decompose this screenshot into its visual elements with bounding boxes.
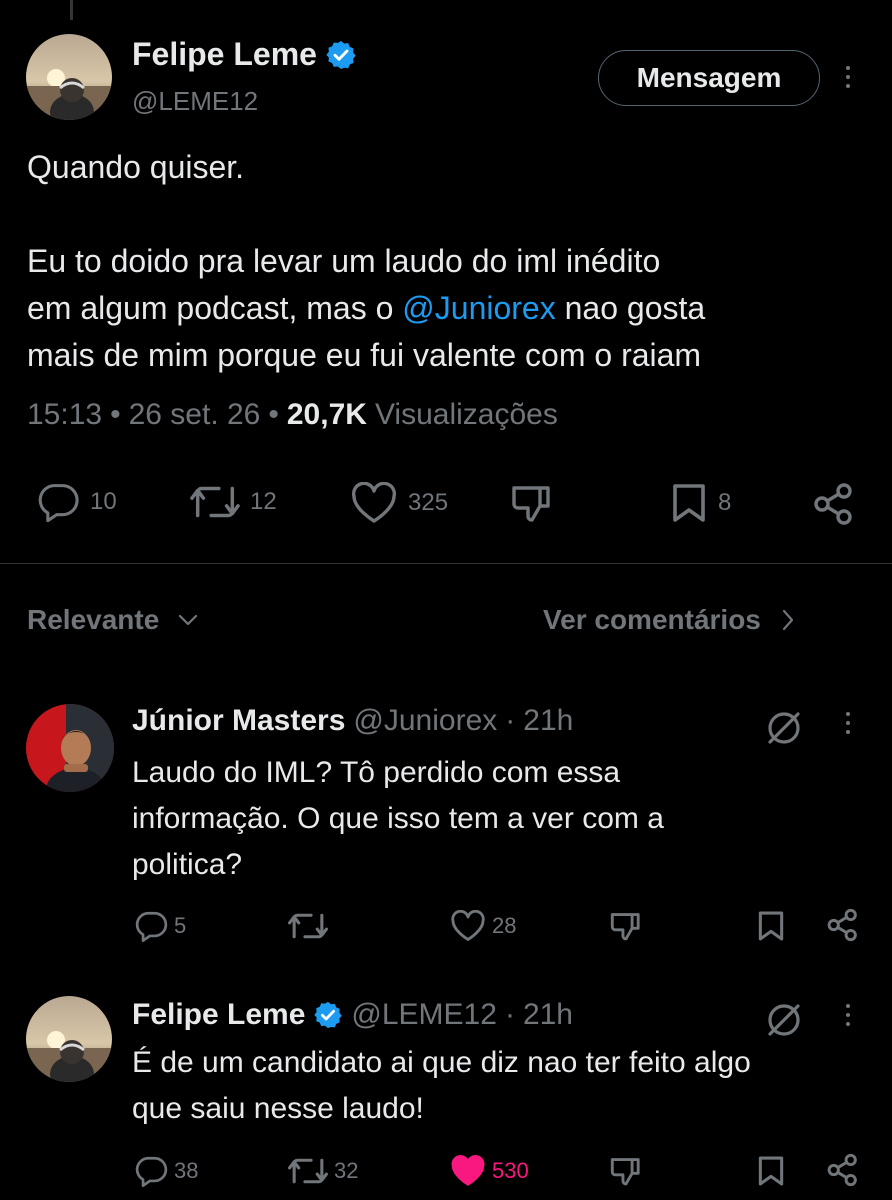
reply-author-handle[interactable]: @LEME12 <box>351 998 497 1032</box>
author-name[interactable]: Felipe Leme <box>132 36 317 73</box>
tweet-meta: 15:13 • 26 set. 26 • 20,7K Visualizações <box>27 398 558 432</box>
sort-label: Relevante <box>27 604 160 635</box>
repost-count: 12 <box>250 488 277 515</box>
meta-separator: • <box>110 398 121 431</box>
grok-icon[interactable] <box>764 1000 804 1040</box>
share-icon <box>826 1153 860 1187</box>
reply-icon <box>134 1155 168 1187</box>
tweet-date[interactable]: 26 set. 26 <box>129 398 261 432</box>
dislike-icon <box>510 482 554 524</box>
share-button[interactable] <box>826 908 860 942</box>
reply-button[interactable]: 5 <box>134 910 186 942</box>
reply-count: 10 <box>90 488 117 515</box>
reply-time[interactable]: 21h <box>523 998 573 1032</box>
author-handle[interactable]: @LEME12 <box>132 86 258 117</box>
bookmark-icon <box>756 1155 786 1187</box>
reply-text: É de um candidato ai que diz nao ter fei… <box>132 1040 751 1132</box>
dislike-button[interactable] <box>510 482 554 524</box>
meta-separator: · <box>505 704 516 737</box>
bookmark-icon <box>670 482 708 524</box>
verified-badge-icon <box>325 39 357 71</box>
reply-author-name[interactable]: Felipe Leme <box>132 998 305 1032</box>
repost-count: 32 <box>334 1158 359 1183</box>
like-button[interactable]: 325 <box>350 482 448 524</box>
tweet-time[interactable]: 15:13 <box>27 398 102 432</box>
repost-button[interactable]: 12 <box>190 482 277 522</box>
reply-button[interactable]: 10 <box>36 482 117 522</box>
reply-time[interactable]: 21h <box>523 704 573 738</box>
reply-button[interactable]: 38 <box>134 1155 198 1187</box>
chevron-down-icon <box>177 613 199 627</box>
avatar[interactable] <box>26 996 112 1082</box>
tweet-text-line: Eu to doido pra levar um laudo do iml in… <box>27 243 661 279</box>
reply-text-line: É de um candidato ai que diz nao ter fei… <box>132 1046 751 1079</box>
share-button[interactable] <box>812 482 856 526</box>
reply-author-handle[interactable]: @Juniorex <box>353 704 497 738</box>
bookmark-count: 8 <box>718 489 732 516</box>
reply-text-line: politica? <box>132 848 243 881</box>
share-icon <box>826 908 860 942</box>
reply-text-line: Laudo do IML? Tô perdido com essa <box>132 756 621 789</box>
like-icon <box>350 482 398 524</box>
divider <box>0 563 892 564</box>
avatar[interactable] <box>26 704 114 792</box>
views-count: 20,7K <box>286 398 367 431</box>
dislike-button[interactable] <box>609 1155 643 1187</box>
meta-separator: • <box>268 398 279 431</box>
repost-icon <box>288 910 328 942</box>
repost-icon <box>288 1155 328 1187</box>
views-label: Visualizações <box>374 398 558 431</box>
tweet-text-line: mais de mim porque eu fui valente com o … <box>27 337 702 373</box>
sort-dropdown[interactable]: Relevante <box>27 604 199 636</box>
mention-link[interactable]: @Juniorex <box>402 290 555 326</box>
reply-text-line: informação. O que isso tem a ver com a <box>132 802 664 835</box>
bookmark-button[interactable] <box>756 910 786 942</box>
meta-separator: · <box>504 998 515 1031</box>
repost-button[interactable] <box>288 910 334 942</box>
like-count: 325 <box>408 489 449 516</box>
share-button[interactable] <box>826 1153 860 1187</box>
reply-text-line: que saiu nesse laudo! <box>132 1092 424 1125</box>
reply-author-name[interactable]: Júnior Masters <box>132 704 345 738</box>
like-button[interactable]: 530 <box>450 1155 529 1187</box>
more-icon[interactable] <box>843 66 853 88</box>
see-comments-label: Ver comentários <box>543 604 761 635</box>
like-button[interactable]: 28 <box>450 910 516 942</box>
tweet-text: Quando quiser. Eu to doido pra levar um … <box>27 144 877 379</box>
reply-text: Laudo do IML? Tô perdido com essa inform… <box>132 750 664 888</box>
tweet-text-line: em algum podcast, mas o @Juniorex nao go… <box>27 290 706 326</box>
reply-count: 5 <box>174 913 187 938</box>
like-count: 28 <box>492 913 517 938</box>
more-icon[interactable] <box>843 712 853 734</box>
chevron-right-icon <box>781 608 795 632</box>
dislike-button[interactable] <box>609 910 643 942</box>
see-comments-link[interactable]: Ver comentários <box>543 604 795 636</box>
repost-button[interactable]: 32 <box>288 1155 358 1187</box>
bookmark-button[interactable]: 8 <box>670 482 731 524</box>
like-icon <box>450 1155 486 1187</box>
verified-badge-icon <box>313 1000 343 1030</box>
dislike-icon <box>609 1155 643 1187</box>
thread-line <box>70 0 73 20</box>
reply-count: 38 <box>174 1158 199 1183</box>
bookmark-button[interactable] <box>756 1155 786 1187</box>
bookmark-icon <box>756 910 786 942</box>
tweet-text-line: Quando quiser. <box>27 149 245 185</box>
like-count: 530 <box>492 1158 529 1183</box>
message-button[interactable]: Mensagem <box>598 50 820 106</box>
grok-icon[interactable] <box>764 708 804 748</box>
avatar[interactable] <box>26 34 112 120</box>
like-icon <box>450 910 486 942</box>
repost-icon <box>190 482 240 522</box>
reply-icon <box>134 910 168 942</box>
share-icon <box>812 482 856 526</box>
more-icon[interactable] <box>843 1004 853 1026</box>
reply-icon <box>36 482 80 522</box>
dislike-icon <box>609 910 643 942</box>
